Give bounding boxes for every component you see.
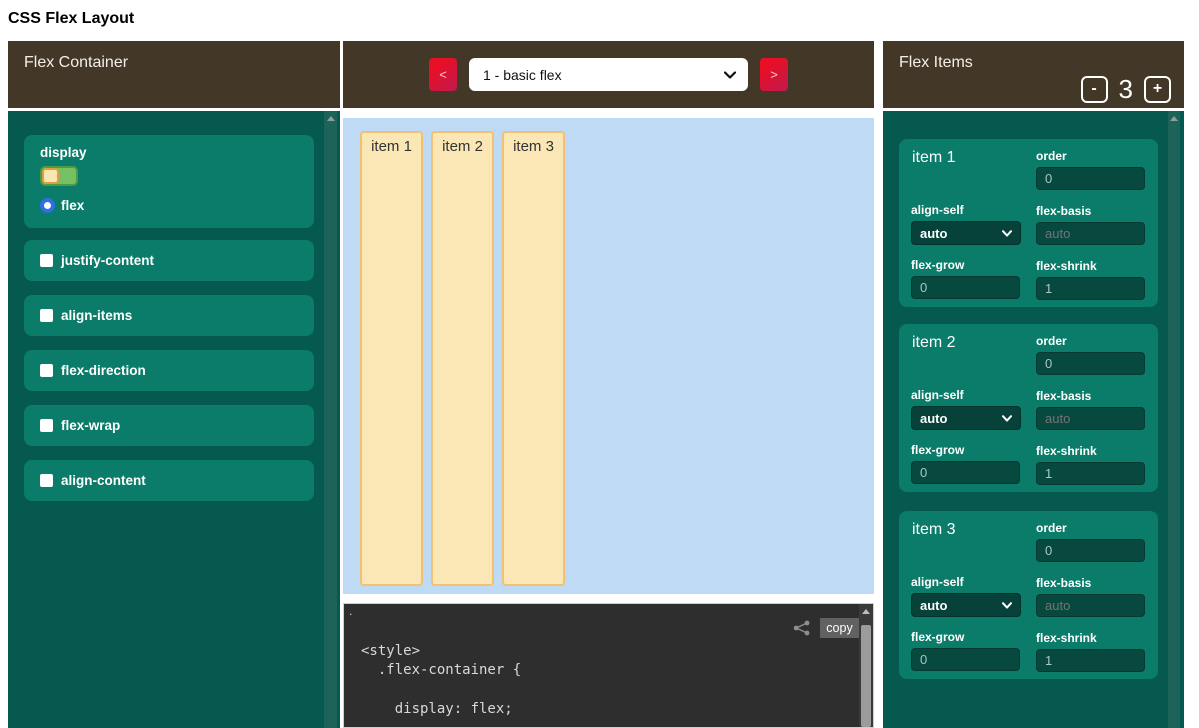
flex-grow-label: flex-grow <box>911 258 1020 272</box>
align-content-card: align-content <box>24 460 314 501</box>
display-toggle[interactable] <box>40 166 78 186</box>
flex-direction-card: flex-direction <box>24 350 314 391</box>
item-2-align-self-value: auto <box>920 411 947 426</box>
flex-items-panel: item 1 order align-self auto flex-basis <box>883 111 1184 728</box>
chevron-down-icon <box>1002 415 1012 422</box>
item-3-align-self-select[interactable]: auto <box>911 593 1021 617</box>
preview-flex-item-1: item 1 <box>360 131 423 586</box>
scroll-up-icon[interactable] <box>1170 116 1178 121</box>
item-3-align-self-value: auto <box>920 598 947 613</box>
align-content-label: align-content <box>61 473 146 488</box>
item-1-card: item 1 order align-self auto flex-basis <box>899 139 1158 307</box>
share-icon[interactable] <box>793 620 811 636</box>
item-1-flex-grow-input[interactable] <box>911 276 1020 299</box>
chevron-down-icon <box>724 71 736 79</box>
item-2-order-input[interactable] <box>1036 352 1145 375</box>
item-1-title: item 1 <box>912 149 956 167</box>
order-label: order <box>1036 521 1145 535</box>
item-2-flex-shrink-input[interactable] <box>1036 462 1145 485</box>
copy-button[interactable]: copy <box>820 618 859 638</box>
next-example-button[interactable]: > <box>760 58 788 91</box>
item-3-flex-basis-input[interactable] <box>1036 594 1145 617</box>
flex-wrap-card: flex-wrap <box>24 405 314 446</box>
remove-item-button[interactable]: - <box>1081 76 1108 103</box>
item-count: 3 <box>1119 74 1133 105</box>
display-label: display <box>40 145 87 160</box>
align-items-checkbox[interactable] <box>40 309 53 322</box>
code-text: <style> .flex-container { display: flex; <box>361 642 521 719</box>
item-1-align-self-select[interactable]: auto <box>911 221 1021 245</box>
item-1-flex-shrink-input[interactable] <box>1036 277 1145 300</box>
item-2-align-self-select[interactable]: auto <box>911 406 1021 430</box>
scroll-up-icon[interactable] <box>327 116 335 121</box>
flex-preview-container: item 1 item 2 item 3 <box>343 118 874 594</box>
preview-flex-item-3: item 3 <box>502 131 565 586</box>
display-flex-option-label: flex <box>61 198 84 213</box>
item-3-card: item 3 order align-self auto flex-basis <box>899 511 1158 679</box>
example-select[interactable]: 1 - basic flex <box>469 58 748 91</box>
item-2-card: item 2 order align-self auto flex-basis <box>899 324 1158 492</box>
item-1-align-self-value: auto <box>920 226 947 241</box>
flex-shrink-label: flex-shrink <box>1036 444 1145 458</box>
align-self-label: align-self <box>911 388 1021 402</box>
preview-flex-item-2: item 2 <box>431 131 494 586</box>
flex-grow-label: flex-grow <box>911 630 1020 644</box>
item-2-title: item 2 <box>912 334 956 352</box>
display-property-card: display flex <box>24 135 314 228</box>
align-self-label: align-self <box>911 575 1021 589</box>
code-scrollbar-thumb[interactable] <box>861 625 871 727</box>
flex-basis-label: flex-basis <box>1036 204 1145 218</box>
justify-content-checkbox[interactable] <box>40 254 53 267</box>
chevron-down-icon <box>1002 602 1012 609</box>
item-2-flex-grow-input[interactable] <box>911 461 1020 484</box>
flex-basis-label: flex-basis <box>1036 389 1145 403</box>
example-select-value: 1 - basic flex <box>483 67 562 83</box>
align-self-label: align-self <box>911 203 1021 217</box>
flex-grow-label: flex-grow <box>911 443 1020 457</box>
flex-container-panel: display flex justify-content align-items… <box>8 111 340 728</box>
align-content-checkbox[interactable] <box>40 474 53 487</box>
flex-container-panel-header: Flex Container <box>8 41 340 108</box>
previous-example-button[interactable]: < <box>429 58 457 91</box>
order-label: order <box>1036 334 1145 348</box>
radio-checked-icon[interactable] <box>40 198 55 213</box>
flex-shrink-label: flex-shrink <box>1036 631 1145 645</box>
flex-direction-checkbox[interactable] <box>40 364 53 377</box>
align-items-label: align-items <box>61 308 132 323</box>
left-panel-scrollbar[interactable] <box>324 111 337 728</box>
add-item-button[interactable]: + <box>1144 76 1171 103</box>
flex-wrap-checkbox[interactable] <box>40 419 53 432</box>
code-scrollbar[interactable] <box>859 604 873 727</box>
item-counter: - 3 + <box>1081 74 1171 105</box>
item-3-flex-grow-input[interactable] <box>911 648 1020 671</box>
item-2-flex-basis-input[interactable] <box>1036 407 1145 430</box>
flex-container-panel-title: Flex Container <box>24 54 128 72</box>
code-panel: . copy <style> .flex-container { display… <box>343 603 874 728</box>
display-toggle-handle[interactable] <box>42 168 59 184</box>
item-3-order-input[interactable] <box>1036 539 1145 562</box>
scroll-up-icon[interactable] <box>862 609 870 614</box>
order-label: order <box>1036 149 1145 163</box>
justify-content-label: justify-content <box>61 253 154 268</box>
app-root: CSS Flex Layout Flex Container display f… <box>0 0 1199 728</box>
display-flex-option[interactable]: flex <box>40 198 84 213</box>
right-panel-scrollbar[interactable] <box>1168 111 1180 728</box>
preview-header: < 1 - basic flex > <box>343 41 874 108</box>
page-title: CSS Flex Layout <box>8 10 134 28</box>
code-dot: . <box>349 604 352 618</box>
flex-wrap-label: flex-wrap <box>61 418 120 433</box>
item-3-flex-shrink-input[interactable] <box>1036 649 1145 672</box>
flex-items-panel-title: Flex Items <box>899 54 973 72</box>
item-1-order-input[interactable] <box>1036 167 1145 190</box>
flex-shrink-label: flex-shrink <box>1036 259 1145 273</box>
chevron-down-icon <box>1002 230 1012 237</box>
flex-items-panel-header: Flex Items - 3 + <box>883 41 1184 108</box>
item-1-flex-basis-input[interactable] <box>1036 222 1145 245</box>
align-items-card: align-items <box>24 295 314 336</box>
flex-direction-label: flex-direction <box>61 363 146 378</box>
item-3-title: item 3 <box>912 521 956 539</box>
flex-basis-label: flex-basis <box>1036 576 1145 590</box>
justify-content-card: justify-content <box>24 240 314 281</box>
